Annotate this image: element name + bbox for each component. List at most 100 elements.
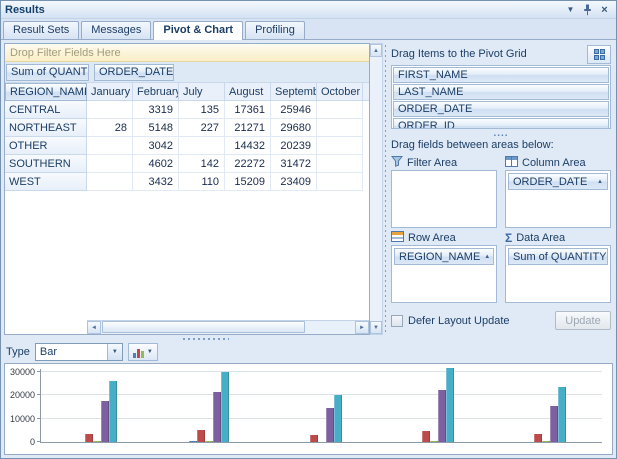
column-field-button[interactable]: ORDER_DATE ▲ <box>94 64 174 81</box>
pivot-cell[interactable] <box>87 173 133 191</box>
data-field-button[interactable]: Sum of QUANTITY <box>6 64 89 81</box>
filter-drop-zone[interactable]: Drop Filter Fields Here <box>5 44 369 62</box>
column-header-july[interactable]: July <box>179 83 225 101</box>
panel-title: Results <box>5 4 561 16</box>
field-list-item[interactable]: FIRST_NAME <box>393 67 609 83</box>
update-button[interactable]: Update <box>555 311 611 330</box>
row-filler <box>363 155 369 173</box>
pivot-cell[interactable]: 20239 <box>271 137 317 155</box>
scroll-left-icon[interactable]: ◄ <box>87 321 101 334</box>
column-header-january[interactable]: January <box>87 83 133 101</box>
tab-pivot-chart[interactable]: Pivot & Chart <box>153 21 243 40</box>
pivot-cell[interactable] <box>179 137 225 155</box>
pivot-cell[interactable]: 227 <box>179 119 225 137</box>
field-list-resize-handle[interactable]: .... <box>391 129 611 137</box>
pivot-cell[interactable] <box>87 101 133 119</box>
row-filler <box>363 119 369 137</box>
pivot-cell[interactable]: 110 <box>179 173 225 191</box>
column-header-october[interactable]: October <box>317 83 363 101</box>
chevron-down-icon[interactable]: ▼ <box>107 344 122 360</box>
chart-bar <box>189 441 197 442</box>
chart-bar <box>438 390 446 442</box>
scroll-up-icon[interactable]: ▲ <box>370 44 382 57</box>
pivot-cell[interactable]: 3319 <box>133 101 179 119</box>
y-axis-tick <box>37 371 40 372</box>
pivot-cell[interactable]: 29680 <box>271 119 317 137</box>
column-field-label: ORDER_DATE <box>99 66 173 78</box>
area-field-label: REGION_NAME <box>399 251 480 263</box>
tab-profiling[interactable]: Profiling <box>245 21 305 39</box>
pivot-layout-button[interactable] <box>587 45 611 64</box>
pivot-cell[interactable] <box>317 155 363 173</box>
pivot-cell[interactable]: 5148 <box>133 119 179 137</box>
splitter-vertical[interactable] <box>383 43 389 335</box>
pin-icon[interactable] <box>580 3 595 16</box>
pivot-cell[interactable]: 3042 <box>133 137 179 155</box>
pivot-cell[interactable]: 142 <box>179 155 225 173</box>
row-header-cell[interactable]: OTHER <box>5 137 87 155</box>
pivot-cell[interactable]: 135 <box>179 101 225 119</box>
scrollbar-thumb[interactable] <box>102 321 305 333</box>
pivot-cell[interactable]: 28 <box>87 119 133 137</box>
pivot-cell[interactable]: 23409 <box>271 173 317 191</box>
vertical-scrollbar[interactable]: ▲ ▼ <box>370 43 383 335</box>
chart-bar <box>101 401 109 442</box>
chart-bar <box>558 387 566 442</box>
pivot-cell[interactable]: 31472 <box>271 155 317 173</box>
column-header-september[interactable]: September <box>271 83 317 101</box>
area-field-button[interactable]: ORDER_DATE▲ <box>508 173 608 190</box>
row-field-button[interactable]: REGION_NAME▲ <box>5 83 87 101</box>
column-header-february[interactable]: February <box>133 83 179 101</box>
x-axis <box>40 442 602 443</box>
column-area-box[interactable]: ORDER_DATE▲ <box>505 170 611 228</box>
pivot-cell[interactable]: 25946 <box>271 101 317 119</box>
pivot-cell[interactable]: 14432 <box>225 137 271 155</box>
data-area-box[interactable]: Sum of QUANTITY <box>505 245 611 303</box>
chart-type-select[interactable]: Bar ▼ <box>35 343 123 361</box>
tab-messages[interactable]: Messages <box>81 21 151 39</box>
main-area: Drop Filter Fields Here Sum of QUANTITY … <box>1 40 616 335</box>
defer-layout-checkbox[interactable] <box>391 315 403 327</box>
horizontal-scrollbar[interactable]: ◄ ► <box>87 320 369 334</box>
close-icon[interactable]: × <box>597 3 612 16</box>
y-axis-tick <box>37 418 40 419</box>
chevron-down-icon[interactable]: ▼ <box>563 3 578 16</box>
pivot-cell[interactable] <box>317 137 363 155</box>
scroll-right-icon[interactable]: ► <box>355 321 369 334</box>
chart-bar <box>213 392 221 442</box>
data-area-label-row: Σ Data Area <box>505 230 611 245</box>
column-header-august[interactable]: August <box>225 83 271 101</box>
pivot-cell[interactable] <box>317 119 363 137</box>
chart-options-button[interactable]: ▼ <box>128 343 158 361</box>
tab-result-sets[interactable]: Result Sets <box>3 21 79 39</box>
pivot-cell[interactable] <box>87 155 133 173</box>
field-list-item[interactable]: ORDER_DATE <box>393 101 609 117</box>
column-area-icon <box>505 156 518 170</box>
pivot-cell[interactable]: 4602 <box>133 155 179 173</box>
scroll-down-icon[interactable]: ▼ <box>370 321 382 334</box>
field-list-item[interactable]: LAST_NAME <box>393 84 609 100</box>
row-header-cell[interactable]: WEST <box>5 173 87 191</box>
row-header-cell[interactable]: NORTHEAST <box>5 119 87 137</box>
area-field-button[interactable]: REGION_NAME▲ <box>394 248 494 265</box>
row-header-cell[interactable]: CENTRAL <box>5 101 87 119</box>
pivot-data-area: CENTRAL33191351736125946NORTHEAST2851482… <box>5 101 369 320</box>
pivot-cell[interactable]: 3432 <box>133 173 179 191</box>
pivot-cell[interactable]: 22272 <box>225 155 271 173</box>
filter-area-box[interactable] <box>391 170 497 228</box>
splitter-handle[interactable] <box>183 338 229 340</box>
area-field-button[interactable]: Sum of QUANTITY <box>508 248 608 265</box>
scrollbar-track[interactable] <box>101 321 355 334</box>
pivot-cell[interactable]: 15209 <box>225 173 271 191</box>
splitter-horizontal[interactable] <box>1 335 616 342</box>
y-axis-tick-label: 0 <box>5 437 35 447</box>
pivot-cell[interactable]: 21271 <box>225 119 271 137</box>
pivot-cell[interactable]: 17361 <box>225 101 271 119</box>
row-area-box[interactable]: REGION_NAME▲ <box>391 245 497 303</box>
pivot-cell[interactable] <box>317 101 363 119</box>
pivot-cell[interactable] <box>87 137 133 155</box>
row-filler <box>363 173 369 191</box>
y-axis-tick-label: 20000 <box>5 390 35 400</box>
pivot-cell[interactable] <box>317 173 363 191</box>
row-header-cell[interactable]: SOUTHERN <box>5 155 87 173</box>
